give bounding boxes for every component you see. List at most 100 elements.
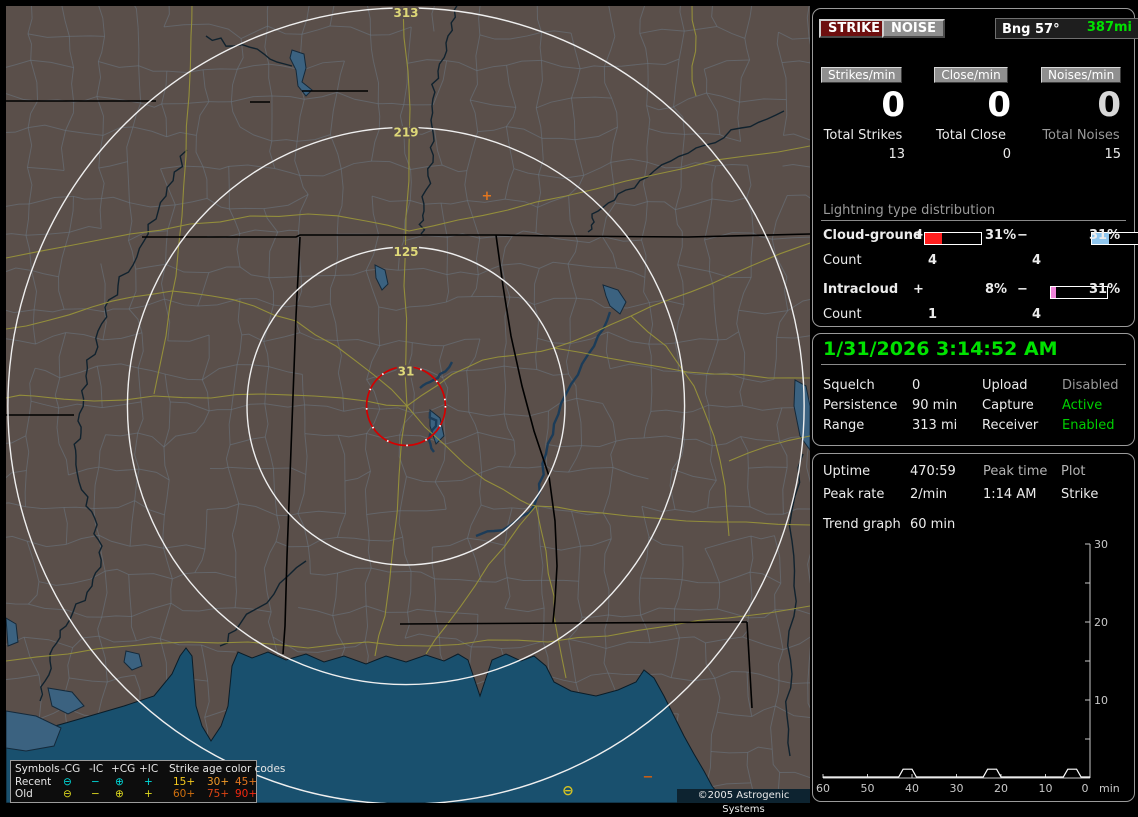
legend-age-header: Strike age color codes bbox=[169, 763, 286, 775]
upload-status: Disabled bbox=[1062, 378, 1119, 393]
cg-positive-bar bbox=[924, 232, 982, 245]
ic-minus-sign: − bbox=[1017, 282, 1028, 297]
receiver-status: Enabled bbox=[1062, 418, 1115, 433]
close-per-min-button[interactable]: Close/min bbox=[934, 67, 1008, 83]
strike-marker-cloud-ground-negative-old: ⊖ bbox=[562, 783, 574, 799]
cg-negative-pct: 31% bbox=[1089, 228, 1121, 243]
cg-minus-sign: − bbox=[1017, 228, 1028, 243]
peak-rate-label: Peak rate bbox=[823, 487, 885, 502]
total-strikes-value: 13 bbox=[888, 147, 905, 162]
intracloud-label: Intracloud bbox=[823, 282, 899, 297]
status-panel: 1/31/2026 3:14:52 AM Squelch 0 Upload Di… bbox=[812, 333, 1135, 446]
svg-text:60: 60 bbox=[816, 782, 830, 795]
capture-label: Capture bbox=[982, 398, 1034, 413]
cg-negative-count: 4 bbox=[1032, 253, 1042, 268]
svg-text:219: 219 bbox=[393, 125, 418, 139]
legend-symbols-header: Symbols bbox=[15, 763, 60, 775]
noises-per-min-button[interactable]: Noises/min bbox=[1041, 67, 1122, 83]
persistence-label: Persistence bbox=[823, 398, 898, 413]
bearing-display: Bng 57° 387mi bbox=[995, 18, 1138, 39]
strike-toggle-button[interactable]: STRIKE bbox=[819, 19, 890, 38]
lightning-map[interactable]: 313 219 125 31 + − ⊖ bbox=[6, 6, 810, 803]
age-45-label: 45+ bbox=[235, 776, 258, 788]
app-window: 313 219 125 31 + − ⊖ Symbols -CG -IC +CG +IC … bbox=[0, 0, 1138, 815]
legend-recent-label: Recent bbox=[15, 776, 52, 788]
age-90-label: 90+ bbox=[235, 788, 258, 800]
plot-header: Plot bbox=[1061, 464, 1086, 479]
svg-text:30: 30 bbox=[1094, 538, 1108, 551]
neg-cg-old-icon: ⊖ bbox=[63, 788, 72, 800]
upload-label: Upload bbox=[982, 378, 1028, 393]
trend-graph-chart: 60 50 40 30 20 10 0 min 10 20 30 bbox=[816, 538, 1120, 795]
uptime-value: 470:59 bbox=[910, 464, 956, 479]
range-label: Range bbox=[823, 418, 865, 433]
noise-toggle-button[interactable]: NOISE bbox=[882, 19, 946, 38]
neg-ic-old-icon: − bbox=[91, 788, 100, 800]
legend-col-pos-ic: +IC bbox=[139, 763, 159, 775]
legend-col-pos-cg: +CG bbox=[111, 763, 136, 775]
pos-ic-recent-icon: + bbox=[144, 776, 153, 788]
status-divider bbox=[821, 364, 1126, 365]
neg-ic-recent-icon: − bbox=[91, 776, 100, 788]
strike-marker-intracloud-negative-aged: − bbox=[643, 770, 654, 785]
legend-old-label: Old bbox=[15, 788, 33, 800]
trend-panel: Uptime 470:59 Peak time Plot Peak rate 2… bbox=[812, 453, 1135, 802]
svg-text:31: 31 bbox=[398, 365, 415, 379]
pos-cg-recent-icon: ⊕ bbox=[115, 776, 124, 788]
close-counter-column: Close/min 0 Total Close 0 bbox=[931, 64, 1011, 162]
trend-window-value: 60 min bbox=[910, 517, 956, 532]
bearing-value: Bng 57° bbox=[1002, 22, 1060, 37]
age-60-label: 60+ bbox=[173, 788, 196, 800]
svg-text:0: 0 bbox=[1082, 782, 1089, 795]
strike-counter-panel: STRIKE NOISE Bng 57° 387mi Strikes/min 0… bbox=[812, 8, 1138, 327]
ic-positive-count: 1 bbox=[928, 307, 938, 322]
persistence-value: 90 min bbox=[912, 398, 958, 413]
strikes-counter-column: Strikes/min 0 Total Strikes 13 bbox=[821, 64, 905, 162]
copyright-label: ©2005 Astrogenic Systems bbox=[677, 789, 810, 815]
squelch-value: 0 bbox=[912, 378, 921, 393]
noises-counter-column: Noises/min 0 Total Noises 15 bbox=[1041, 64, 1122, 162]
legend-col-neg-cg: -CG bbox=[61, 763, 81, 775]
capture-status: Active bbox=[1062, 398, 1103, 413]
peak-time-value: 1:14 AM bbox=[983, 487, 1037, 502]
svg-text:20: 20 bbox=[994, 782, 1008, 795]
noises-rate-value: 0 bbox=[1097, 85, 1121, 125]
cg-count-label: Count bbox=[823, 253, 862, 268]
range-value: 313 mi bbox=[912, 418, 958, 433]
age-75-label: 75+ bbox=[207, 788, 230, 800]
total-close-label: Total Close bbox=[936, 128, 1006, 143]
bearing-distance: 387mi bbox=[1086, 20, 1132, 35]
age-15-label: 15+ bbox=[173, 776, 196, 788]
map-legend: Symbols -CG -IC +CG +IC Strike age color… bbox=[10, 760, 285, 803]
distribution-divider bbox=[821, 220, 1126, 221]
svg-text:125: 125 bbox=[393, 245, 418, 259]
plot-value: Strike bbox=[1061, 487, 1099, 502]
total-noises-value: 15 bbox=[1104, 147, 1121, 162]
cg-plus-sign: + bbox=[913, 228, 924, 243]
trend-graph-label: Trend graph bbox=[823, 517, 901, 532]
svg-text:20: 20 bbox=[1094, 616, 1108, 629]
svg-text:50: 50 bbox=[861, 782, 875, 795]
datetime-display: 1/31/2026 3:14:52 AM bbox=[823, 338, 1058, 360]
svg-text:10: 10 bbox=[1094, 694, 1108, 707]
ic-negative-count: 4 bbox=[1032, 307, 1042, 322]
ic-plus-sign: + bbox=[913, 282, 924, 297]
svg-text:30: 30 bbox=[950, 782, 964, 795]
svg-text:10: 10 bbox=[1039, 782, 1053, 795]
cg-positive-count: 4 bbox=[928, 253, 938, 268]
peak-time-header: Peak time bbox=[983, 464, 1048, 479]
close-rate-value: 0 bbox=[987, 85, 1011, 125]
total-close-value: 0 bbox=[1002, 147, 1011, 162]
receiver-label: Receiver bbox=[982, 418, 1039, 433]
peak-rate-value: 2/min bbox=[910, 487, 948, 502]
squelch-label: Squelch bbox=[823, 378, 875, 393]
cg-positive-pct: 31% bbox=[985, 228, 1017, 243]
pos-cg-old-icon: ⊕ bbox=[115, 788, 124, 800]
pos-ic-old-icon: + bbox=[144, 788, 153, 800]
strike-marker-intracloud-positive-aged: + bbox=[482, 189, 493, 204]
age-30-label: 30+ bbox=[207, 776, 230, 788]
svg-text:40: 40 bbox=[905, 782, 919, 795]
strikes-per-min-button[interactable]: Strikes/min bbox=[821, 67, 903, 83]
legend-col-neg-ic: -IC bbox=[89, 763, 104, 775]
neg-cg-recent-icon: ⊖ bbox=[63, 776, 72, 788]
